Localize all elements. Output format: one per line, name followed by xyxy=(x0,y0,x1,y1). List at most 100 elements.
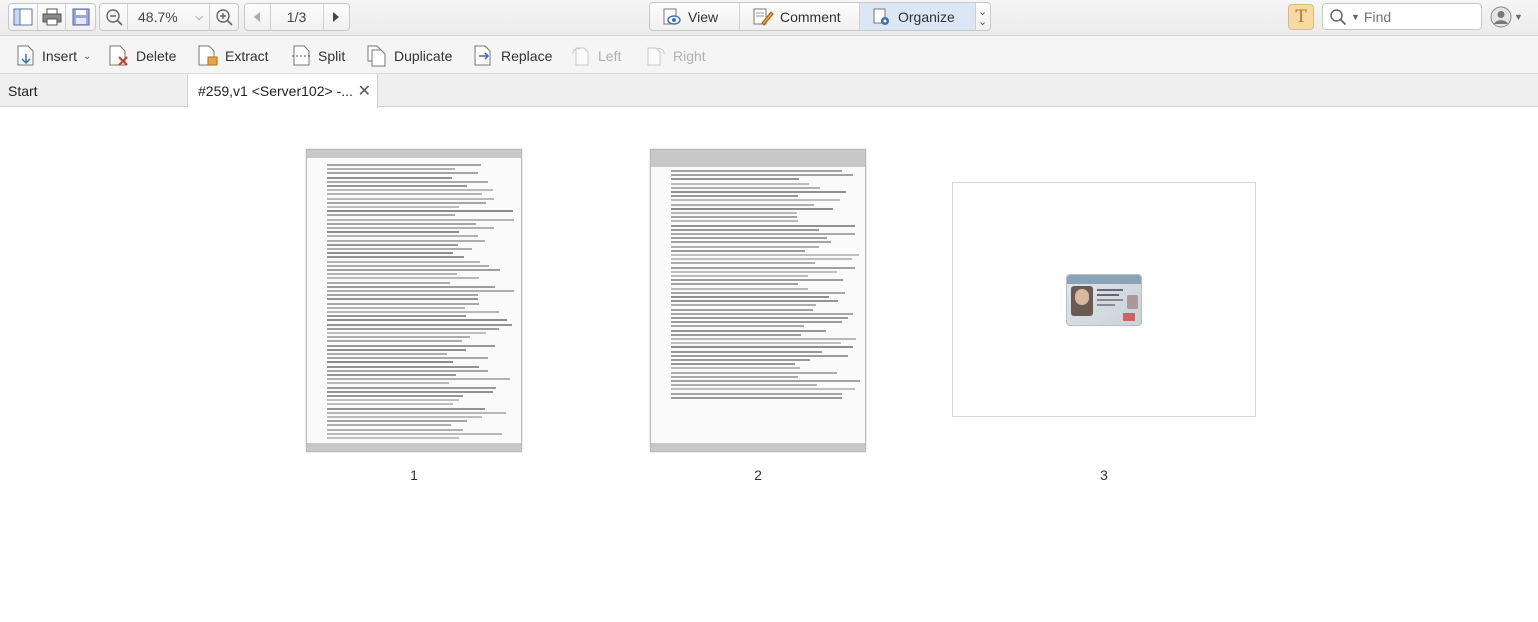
page-header-band xyxy=(651,150,865,167)
close-icon[interactable]: ✕ xyxy=(358,81,371,101)
view-mode-button[interactable]: View xyxy=(650,3,740,30)
print-icon[interactable] xyxy=(38,4,67,30)
delete-button[interactable]: Delete xyxy=(108,42,176,70)
text-line xyxy=(327,227,495,229)
replace-page-icon xyxy=(474,45,491,66)
find-input[interactable] xyxy=(1363,8,1464,25)
extract-label: Extract xyxy=(225,48,269,64)
text-line xyxy=(327,214,456,217)
text-line xyxy=(327,206,460,208)
text-line xyxy=(327,424,452,427)
text-line xyxy=(327,201,487,204)
text-line xyxy=(671,367,800,370)
text-line xyxy=(671,254,860,256)
rotate-left-button[interactable]: Left xyxy=(570,42,621,70)
text-line xyxy=(671,329,826,332)
zoom-select[interactable]: 48.7% ⌵ xyxy=(128,4,210,30)
tab-start-label: Start xyxy=(8,82,38,99)
text-line xyxy=(327,357,488,360)
text-line xyxy=(327,176,453,179)
text-line xyxy=(327,311,499,313)
text-line xyxy=(327,407,485,410)
text-line xyxy=(327,395,464,397)
rotate-left-icon xyxy=(572,47,589,66)
text-line xyxy=(327,323,512,326)
text-line xyxy=(671,333,802,336)
zoom-out-icon[interactable] xyxy=(100,4,128,30)
text-line xyxy=(327,374,456,376)
text-line xyxy=(327,168,456,171)
page-footer-band xyxy=(307,443,521,451)
split-button[interactable]: Split xyxy=(292,42,345,70)
account-menu[interactable]: ▼ xyxy=(1490,5,1528,29)
find-box[interactable]: ▼ xyxy=(1322,3,1482,30)
chevron-down-icon: ⌵ xyxy=(195,11,203,23)
duplicate-page-icon xyxy=(367,45,386,67)
text-line xyxy=(327,243,458,246)
page-header-band xyxy=(307,150,521,158)
text-line xyxy=(327,306,466,309)
view-mode-label: View xyxy=(688,8,719,25)
comment-mode-button[interactable]: Comment xyxy=(740,3,860,30)
text-line xyxy=(671,170,843,172)
rotate-left-label: Left xyxy=(598,48,622,64)
replace-button[interactable]: Replace xyxy=(473,42,552,70)
text-line xyxy=(327,378,510,381)
text-line xyxy=(327,348,466,351)
eye-icon xyxy=(663,8,681,25)
text-line xyxy=(671,203,815,206)
page-thumbnail-2[interactable] xyxy=(650,149,866,452)
organize-toolbar: Insert ⌄ Delete Extract Split Duplicate … xyxy=(0,36,1538,74)
text-line xyxy=(671,270,837,273)
rotate-right-button[interactable]: Right xyxy=(645,42,706,70)
save-icon[interactable] xyxy=(66,4,95,30)
text-line xyxy=(327,210,513,213)
text-line xyxy=(671,207,834,210)
delete-page-icon xyxy=(109,45,128,66)
text-line xyxy=(327,344,495,347)
tab-start[interactable]: Start xyxy=(0,74,188,107)
text-line xyxy=(671,296,830,298)
next-page-icon[interactable] xyxy=(324,4,350,30)
tab-document-label: #259,v1 <Server102> -... xyxy=(198,83,353,99)
text-line xyxy=(671,300,839,303)
extract-page-icon xyxy=(198,45,218,66)
sidebar-toggle-icon[interactable] xyxy=(9,4,38,30)
more-modes-button[interactable]: ⌄ ⌄ xyxy=(976,3,990,30)
text-line xyxy=(671,363,795,366)
mode-switcher: View Comment Organize ⌄ ⌄ xyxy=(649,2,991,31)
text-line xyxy=(327,235,479,238)
text-line xyxy=(671,359,811,361)
zoom-value: 48.7% xyxy=(138,9,178,25)
text-line xyxy=(671,258,852,261)
extract-button[interactable]: Extract xyxy=(197,42,269,70)
tab-document[interactable]: #259,v1 <Server102> -... ✕ xyxy=(188,74,378,108)
duplicate-button[interactable]: Duplicate xyxy=(366,42,452,70)
text-line xyxy=(327,294,478,297)
organize-mode-button[interactable]: Organize xyxy=(860,3,976,30)
previous-page-icon[interactable] xyxy=(245,4,271,30)
text-line xyxy=(327,290,514,292)
main-toolbar: 48.7% ⌵ 1/3 View Comment Organize ⌄ ⌄ T … xyxy=(0,0,1538,36)
text-line xyxy=(671,279,843,282)
split-page-icon xyxy=(292,45,311,66)
text-tool-icon[interactable]: T xyxy=(1288,4,1314,30)
text-line xyxy=(671,375,799,378)
text-line xyxy=(327,180,489,183)
page-indicator[interactable]: 1/3 xyxy=(271,4,324,30)
text-line xyxy=(327,285,495,288)
page-thumbnail-1[interactable] xyxy=(306,149,522,452)
search-options-chevron-icon[interactable]: ▼ xyxy=(1351,12,1360,22)
text-line xyxy=(671,249,806,252)
text-line xyxy=(327,428,464,431)
zoom-in-icon[interactable] xyxy=(210,4,238,30)
text-line xyxy=(327,273,457,276)
text-line xyxy=(671,312,853,315)
text-line xyxy=(327,298,478,301)
page-nav-group: 1/3 xyxy=(244,3,350,31)
text-line xyxy=(327,390,494,393)
duplicate-label: Duplicate xyxy=(394,48,453,64)
text-line xyxy=(671,212,798,214)
insert-button[interactable]: Insert ⌄ xyxy=(16,42,91,70)
page-thumbnail-3[interactable] xyxy=(952,182,1256,417)
